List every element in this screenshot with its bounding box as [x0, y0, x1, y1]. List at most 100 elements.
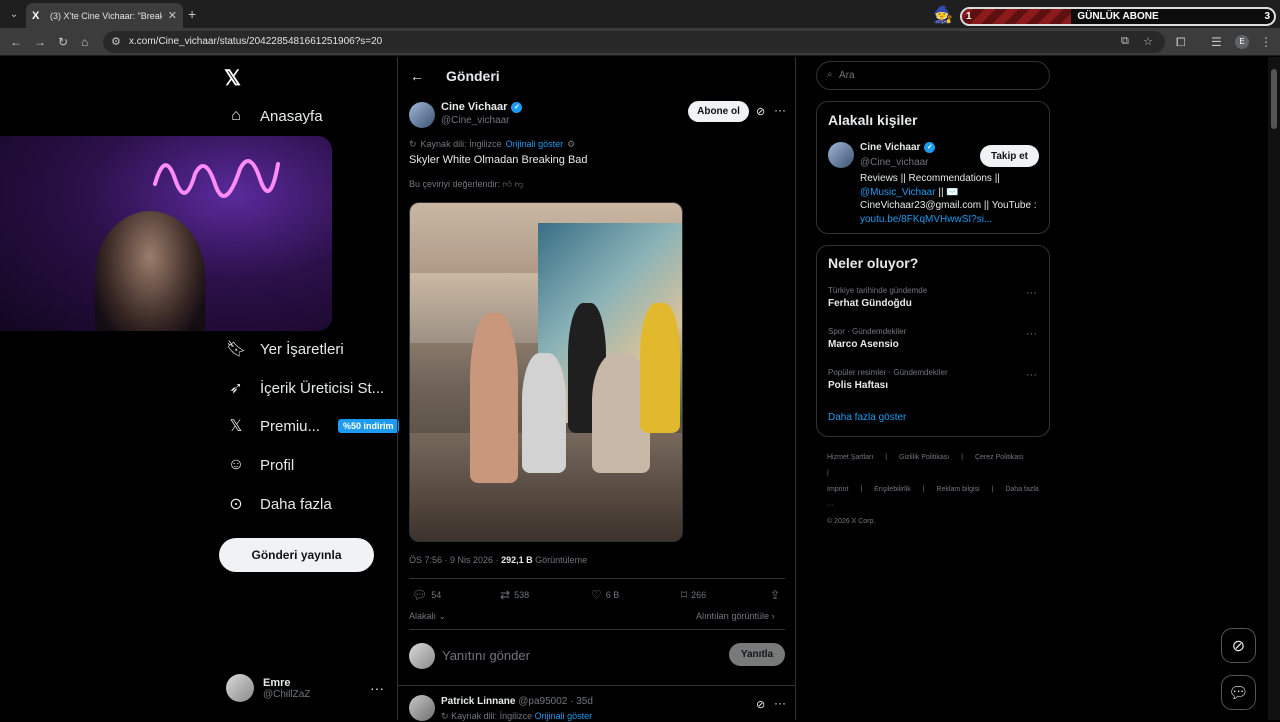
related-person-name[interactable]: Cine Vichaar ✓: [860, 142, 936, 153]
reply-button[interactable]: Yanıtla: [729, 643, 785, 666]
home-browser-icon[interactable]: ⌂: [81, 35, 88, 49]
footer-link[interactable]: Gizlilik Politikası: [899, 454, 949, 461]
show-more-link[interactable]: Daha fazla göster: [828, 412, 906, 423]
footer-separator: |: [922, 486, 925, 493]
nav-item-label: Premiu...: [260, 417, 321, 435]
trends-card: Neler oluyor? Türkiye tarihinde gündemde…: [816, 245, 1050, 437]
trend-more-icon[interactable]: ···: [1026, 287, 1037, 299]
x-favicon-icon: X: [32, 9, 40, 22]
settings-icon[interactable]: ⚙: [567, 139, 575, 150]
x-logo-icon[interactable]: 𝕏: [224, 66, 241, 91]
tab-close-icon[interactable]: ✕: [168, 9, 177, 22]
nav-item-profile[interactable]: ☺ Profil: [226, 451, 294, 479]
photo-person: [640, 303, 680, 433]
bio-youtube-link[interactable]: youtu.be/8FKqMVHwwSI?si...: [860, 214, 992, 225]
nav-item-premium[interactable]: 𝕏 Premiu... %50 indirim: [226, 412, 399, 440]
trend-item[interactable]: Spor · Gündemdekiler Marco Asensio: [828, 327, 906, 350]
footer-separator: |: [991, 486, 994, 493]
nav-item-more[interactable]: ⊙ Daha fazla: [226, 490, 331, 518]
reload-icon[interactable]: ↻: [58, 35, 68, 49]
browser-tab[interactable]: X (3) X'te Cine Vichaar: "Breaking ✕: [26, 3, 183, 28]
footer-link[interactable]: Daha fazla ···: [827, 486, 1039, 509]
new-tab-icon[interactable]: +: [188, 6, 196, 22]
back-icon[interactable]: ←: [10, 35, 22, 49]
nav-item-bookmarks[interactable]: 🔖︎ Yer İşaretleri: [226, 335, 344, 363]
goal-target-count: 3: [1264, 11, 1270, 22]
related-person-bio: Reviews || Recommendations || @Music_Vic…: [860, 172, 1042, 226]
bookmark-action[interactable]: ⌑ 266: [681, 588, 706, 602]
search-input[interactable]: ⌕ Ara: [816, 61, 1050, 90]
nav-item-label: Yer İşaretleri: [260, 340, 344, 358]
grok-icon[interactable]: ⊘: [756, 105, 765, 118]
like-action[interactable]: ♡ 6 B: [591, 588, 619, 602]
trend-item[interactable]: Popüler resimler · Gündemdekiler Polis H…: [828, 368, 948, 391]
chevron-down-icon: ⌄: [438, 611, 447, 621]
views-count: 292,1 B: [501, 555, 533, 565]
avatar[interactable]: [409, 102, 435, 128]
bookmark-count: 266: [691, 590, 707, 600]
subscribe-button[interactable]: Abone ol: [688, 101, 749, 122]
photo-person: [470, 313, 518, 483]
footer-separator: |: [961, 454, 963, 461]
extensions-icon[interactable]: ⧠: [1176, 35, 1186, 50]
thumbs-down-icon[interactable]: 👎︎: [514, 179, 523, 189]
post-button[interactable]: Gönderi yayınla: [219, 538, 374, 572]
tweet-photo[interactable]: [409, 202, 683, 542]
tweet-author-handle[interactable]: @Cine_vichaar: [441, 115, 510, 126]
reply-action[interactable]: 💬︎ 54: [412, 588, 441, 602]
trend-more-icon[interactable]: ···: [1026, 369, 1037, 381]
tab-search-dropdown-icon[interactable]: ⌄: [5, 5, 23, 23]
account-more-icon[interactable]: ···: [370, 680, 384, 696]
more-options-icon[interactable]: ···: [774, 696, 786, 710]
footer-link[interactable]: Çerez Politikası: [975, 454, 1024, 461]
messages-floating-icon[interactable]: 💬︎: [1221, 675, 1256, 710]
avatar[interactable]: [409, 695, 435, 721]
footer-link[interactable]: Reklam bilgisi: [936, 486, 979, 493]
footer-link[interactable]: Imprint: [827, 486, 848, 493]
nav-item-home[interactable]: ⌂ Anasayfa: [226, 102, 322, 130]
grok-floating-icon[interactable]: ⊘: [1221, 628, 1256, 663]
more-options-icon[interactable]: ···: [774, 103, 786, 117]
retweet-action[interactable]: ⇄ 538: [500, 588, 529, 602]
related-person-handle[interactable]: @Cine_vichaar: [860, 157, 929, 168]
forward-icon[interactable]: →: [34, 35, 46, 49]
scrollbar-thumb[interactable]: [1271, 69, 1277, 129]
avatar[interactable]: [828, 142, 854, 168]
follow-button[interactable]: Takip et: [980, 145, 1039, 167]
trend-more-icon[interactable]: ···: [1026, 328, 1037, 340]
account-switcher[interactable]: Emre @ChillZaZ: [226, 674, 310, 702]
page-scrollbar[interactable]: [1268, 57, 1280, 720]
back-arrow-icon[interactable]: ←: [410, 68, 424, 84]
reply-author[interactable]: Patrick Linnane @pa95002 · 35d: [441, 696, 593, 707]
grok-icon[interactable]: ⊘: [756, 698, 765, 711]
nav-item-creator-studio[interactable]: ➶ İçerik Üreticisi St...: [226, 374, 384, 402]
views-label: Görüntüleme: [535, 555, 588, 565]
browser-profile-avatar[interactable]: E: [1235, 35, 1249, 49]
footer-link[interactable]: Hizmet Şartları: [827, 454, 873, 461]
quotes-label: Alıntıları görüntüle: [696, 611, 770, 621]
install-app-icon[interactable]: ⧉: [1121, 35, 1129, 48]
thumbs-up-icon[interactable]: 👍︎: [503, 179, 512, 189]
nav-item-label: Profil: [260, 456, 295, 474]
trend-item[interactable]: Türkiye tarihinde gündemde Ferhat Gündoğ…: [828, 286, 927, 309]
bookmark-star-icon[interactable]: ☆: [1143, 35, 1153, 48]
browser-menu-icon[interactable]: ⋮: [1260, 35, 1272, 49]
tweet-author[interactable]: Cine Vichaar ✓: [441, 101, 523, 113]
footer-link[interactable]: Erişilebilirlik: [874, 486, 911, 493]
show-original-link[interactable]: Orijinali göster: [506, 139, 564, 150]
reading-list-icon[interactable]: ☰: [1211, 35, 1222, 49]
view-quotes-link[interactable]: Alıntıları görüntüle ›: [696, 611, 775, 621]
reply-input[interactable]: Yanıtını gönder: [442, 648, 530, 663]
card-title: Neler oluyor?: [828, 255, 919, 271]
streamer-mascot-icon: 🧙: [933, 7, 953, 24]
tweet-time: ÖS 7:56 · 9 Nis 2026 ·: [409, 555, 499, 565]
share-icon: ⇪: [770, 588, 781, 602]
browser-tab-bar: ⌄ X (3) X'te Cine Vichaar: "Breaking ✕ +…: [0, 0, 1280, 28]
related-dropdown[interactable]: Alakalı ⌄: [409, 611, 446, 622]
share-action[interactable]: ⇪: [770, 588, 780, 602]
related-people-card: Alakalı kişiler Cine Vichaar ✓ @Cine_vic…: [816, 101, 1050, 234]
address-bar[interactable]: ⚙ x.com/Cine_vichaar/status/204228548166…: [103, 31, 1165, 53]
main-column: ← Gönderi Cine Vichaar ✓ @Cine_vichaar A…: [397, 57, 796, 721]
site-info-icon[interactable]: ⚙: [111, 35, 121, 48]
bio-mention-link[interactable]: @Music_Vichaar: [860, 187, 936, 198]
